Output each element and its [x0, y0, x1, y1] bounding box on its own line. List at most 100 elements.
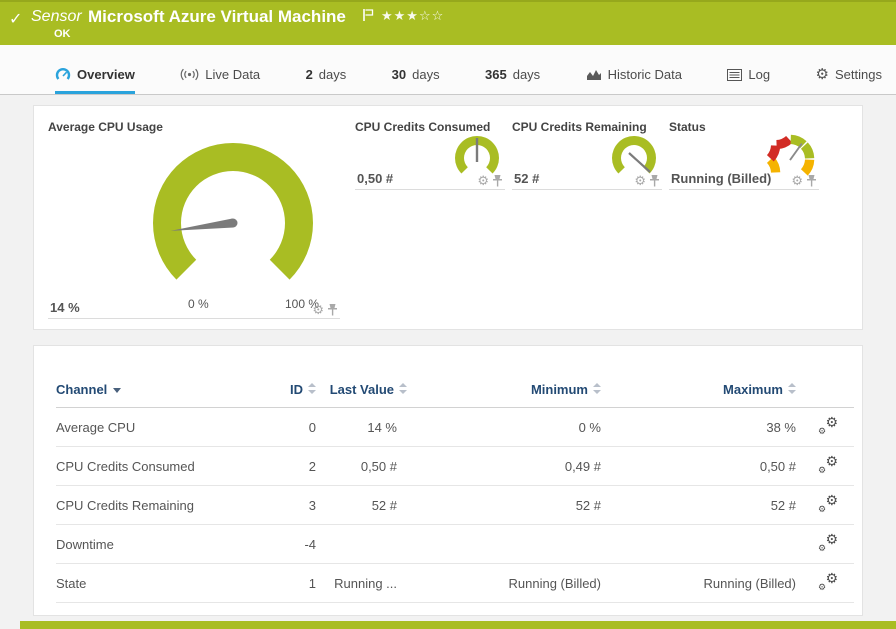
status-check-icon: ✓ [9, 9, 22, 29]
channel-minimum: 0,49 # [411, 447, 601, 486]
channel-id: -4 [256, 525, 316, 564]
channel-maximum: 52 # [601, 486, 796, 525]
tab-log[interactable]: Log [727, 67, 770, 94]
edit-channel-icon[interactable]: ⚙⚙ [818, 534, 838, 551]
channel-minimum: 52 # [411, 486, 601, 525]
flag-icon[interactable] [362, 8, 375, 28]
gear-icon: ⚙ [816, 69, 829, 81]
table-row[interactable]: Average CPU 0 14 % 0 % 38 % ⚙⚙ [56, 408, 854, 447]
channel-name[interactable]: Downtime [56, 525, 256, 564]
column-header-last-value[interactable]: Last Value [316, 378, 411, 408]
column-header-tools [796, 378, 854, 408]
channel-name[interactable]: Average CPU [56, 408, 256, 447]
tab-live-data[interactable]: Live Data [180, 67, 260, 94]
gauge-tile-credits-consumed: CPU Credits Consumed 0,50 # ⚙ [355, 116, 505, 190]
gauge-icon [55, 67, 71, 82]
gauge-value: 52 # [514, 171, 539, 186]
tab-overview-label: Overview [77, 67, 135, 82]
average-cpu-gauge [133, 128, 333, 308]
channel-maximum [601, 525, 796, 564]
sort-icon[interactable] [308, 383, 316, 394]
tab-30-days-number: 30 [392, 67, 406, 82]
channel-name[interactable]: State [56, 564, 256, 603]
tab-historic-data-label: Historic Data [608, 67, 682, 82]
gauge-value: Running (Billed) [671, 171, 771, 186]
channels-panel: Channel ID Last Value Minimum Maximum Av… [33, 345, 863, 616]
sort-icon[interactable] [399, 383, 407, 394]
channel-id: 2 [256, 447, 316, 486]
tab-30-days[interactable]: 30 days [392, 67, 440, 94]
pin-icon[interactable] [492, 174, 503, 187]
priority-stars[interactable]: ★★★☆☆ [381, 8, 444, 24]
area-chart-icon [586, 68, 602, 81]
table-row[interactable]: CPU Credits Consumed 2 0,50 # 0,49 # 0,5… [56, 447, 854, 486]
object-kind-label: Sensor [31, 8, 82, 26]
sort-desc-icon [113, 388, 121, 393]
pin-icon[interactable] [806, 174, 817, 187]
gauges-panel: Average CPU Usage 0 % 100 % 14 % ⚙ CPU C… [33, 105, 863, 330]
pin-icon[interactable] [327, 303, 338, 316]
tab-overview[interactable]: Overview [55, 67, 135, 94]
stars-empty: ☆☆ [419, 8, 444, 23]
channel-minimum: 0 % [411, 408, 601, 447]
channel-name[interactable]: CPU Credits Consumed [56, 447, 256, 486]
tab-365-days[interactable]: 365 days [485, 67, 540, 94]
gauge-value: 14 % [50, 300, 80, 315]
channel-last-value: 52 # [316, 486, 411, 525]
gauge-tile-credits-remaining: CPU Credits Remaining 52 # ⚙ [512, 116, 662, 190]
channel-last-value: 0,50 # [316, 447, 411, 486]
channel-id: 1 [256, 564, 316, 603]
channel-maximum: Running (Billed) [601, 564, 796, 603]
column-header-maximum-label: Maximum [723, 382, 783, 397]
edit-channel-icon[interactable]: ⚙⚙ [818, 495, 838, 512]
tab-log-label: Log [748, 67, 770, 82]
sort-icon[interactable] [788, 383, 796, 394]
tab-settings-label: Settings [835, 67, 882, 82]
stars-filled: ★★★ [381, 8, 419, 23]
channel-id: 0 [256, 408, 316, 447]
tab-2-days-unit: days [319, 67, 346, 82]
page-title: Microsoft Azure Virtual Machine [88, 7, 346, 27]
gauge-value: 0,50 # [357, 171, 393, 186]
tab-2-days[interactable]: 2 days [306, 67, 347, 94]
channel-minimum: Running (Billed) [411, 564, 601, 603]
tab-live-data-label: Live Data [205, 67, 260, 82]
column-header-minimum[interactable]: Minimum [411, 378, 601, 408]
status-badge: OK [54, 28, 71, 40]
edit-channel-icon[interactable]: ⚙⚙ [818, 456, 838, 473]
column-header-id-label: ID [290, 382, 303, 397]
gauge-settings-icon[interactable]: ⚙ [791, 175, 803, 187]
tab-2-days-number: 2 [306, 67, 313, 82]
channel-maximum: 0,50 # [601, 447, 796, 486]
channel-last-value: Running ... [316, 564, 411, 603]
tab-settings[interactable]: ⚙ Settings [816, 67, 882, 94]
channel-maximum: 38 % [601, 408, 796, 447]
sort-icon[interactable] [593, 383, 601, 394]
tab-365-days-number: 365 [485, 67, 507, 82]
pin-icon[interactable] [649, 174, 660, 187]
gauge-settings-icon[interactable]: ⚙ [312, 304, 324, 316]
tab-bar: Overview Live Data 2 days 30 days 365 da… [0, 45, 896, 95]
broadcast-icon [180, 68, 199, 81]
column-header-id[interactable]: ID [256, 378, 316, 408]
table-row[interactable]: State 1 Running ... Running (Billed) Run… [56, 564, 854, 603]
gauge-tile-average-cpu: Average CPU Usage 0 % 100 % 14 % ⚙ [48, 116, 340, 319]
tab-30-days-unit: days [412, 67, 439, 82]
column-header-maximum[interactable]: Maximum [601, 378, 796, 408]
table-row[interactable]: Downtime -4 ⚙⚙ [56, 525, 854, 564]
gauge-settings-icon[interactable]: ⚙ [634, 175, 646, 187]
table-row[interactable]: CPU Credits Remaining 3 52 # 52 # 52 # ⚙… [56, 486, 854, 525]
tab-historic-data[interactable]: Historic Data [586, 67, 682, 94]
gauge-scale-min: 0 % [188, 297, 209, 311]
column-header-channel[interactable]: Channel [56, 378, 256, 408]
channels-table: Channel ID Last Value Minimum Maximum Av… [56, 378, 854, 603]
channel-minimum [411, 525, 601, 564]
column-header-minimum-label: Minimum [531, 382, 588, 397]
gauge-settings-icon[interactable]: ⚙ [477, 175, 489, 187]
edit-channel-icon[interactable]: ⚙⚙ [818, 417, 838, 434]
channel-name[interactable]: CPU Credits Remaining [56, 486, 256, 525]
channel-last-value [316, 525, 411, 564]
tab-365-days-unit: days [513, 67, 540, 82]
edit-channel-icon[interactable]: ⚙⚙ [818, 573, 838, 590]
section-band [20, 621, 896, 629]
